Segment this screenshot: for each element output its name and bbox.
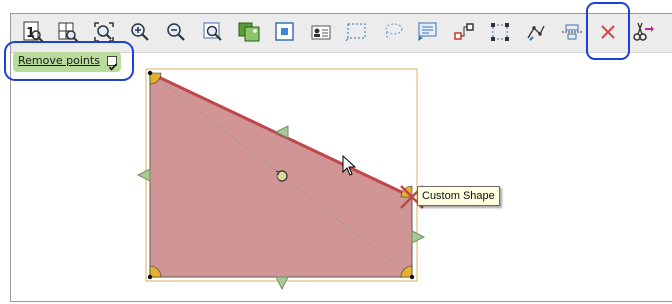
shape-tooltip: Custom Shape — [417, 186, 500, 206]
vertex-point[interactable] — [147, 70, 153, 76]
midpoint-handle[interactable] — [275, 276, 289, 291]
midpoint-handle[interactable] — [136, 168, 151, 182]
drawing-canvas[interactable] — [0, 0, 672, 304]
vertex-point[interactable] — [147, 274, 153, 280]
midpoint-handle[interactable] — [411, 230, 426, 244]
vertex-point[interactable] — [409, 274, 415, 280]
